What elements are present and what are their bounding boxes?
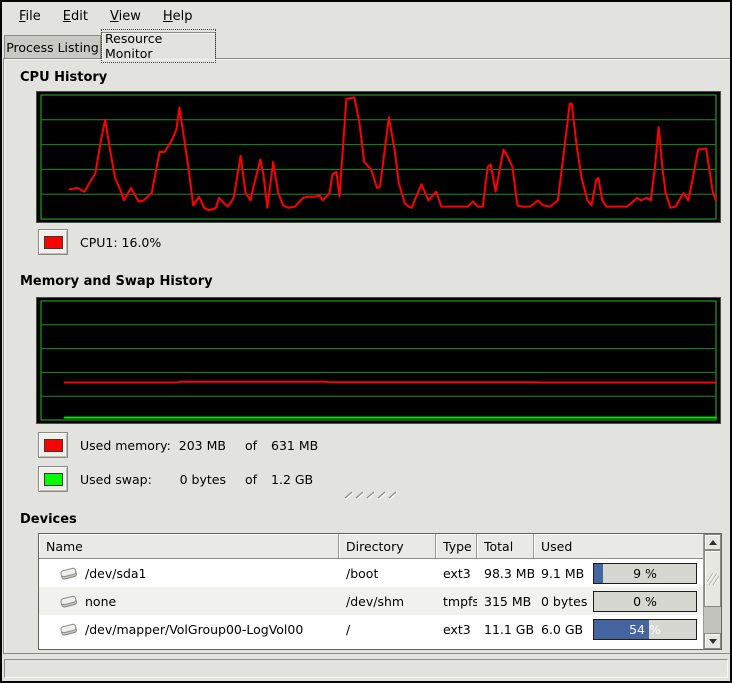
- menu-view[interactable]: View: [99, 5, 152, 28]
- device-used: 9.1 MB: [541, 566, 584, 581]
- device-total: 98.3 MB: [477, 559, 534, 587]
- device-total: 315 MB: [477, 587, 534, 615]
- memory-total-value: 631 MB: [271, 438, 318, 453]
- swap-color-button[interactable]: [38, 466, 68, 492]
- device-name-cell: /dev/sda1: [39, 559, 339, 587]
- device-name: /dev/mapper/VolGroup00-LogVol00: [85, 622, 303, 637]
- swap-legend: Used swap: 0 bytes of 1.2 GB: [38, 466, 313, 492]
- devices-title: Devices: [20, 512, 77, 527]
- menu-bar: File Edit View Help: [2, 2, 730, 30]
- swap-legend-label: Used swap:: [80, 472, 172, 487]
- scrollbar-thumb[interactable]: [704, 550, 721, 607]
- menu-edit[interactable]: Edit: [52, 5, 99, 28]
- disk-icon: [58, 593, 79, 609]
- device-used-cell: 0 bytes 0 %: [534, 587, 703, 615]
- vertical-scrollbar[interactable]: [703, 534, 721, 649]
- device-used: 0 bytes: [541, 594, 587, 609]
- cpu-history-title: CPU History: [20, 70, 107, 85]
- device-type: tmpfs: [436, 587, 477, 615]
- cpu-legend-label: CPU1: 16.0%: [80, 235, 161, 250]
- scrollbar-trough[interactable]: [704, 607, 721, 633]
- memory-history-chart: [37, 298, 720, 423]
- memory-legend: Used memory: 203 MB of 631 MB: [38, 432, 318, 458]
- column-header-used[interactable]: Used: [534, 534, 703, 559]
- swap-used-value: 0 bytes: [176, 472, 226, 487]
- progress-label: 0 %: [594, 592, 696, 611]
- swap-of-text: of: [245, 472, 257, 487]
- scroll-up-button[interactable]: [704, 534, 721, 550]
- memory-of-text: of: [245, 438, 257, 453]
- usage-progress-bar: 54 %: [593, 619, 697, 640]
- menu-file[interactable]: File: [8, 5, 52, 28]
- device-directory: /: [339, 615, 436, 643]
- column-header-name[interactable]: Name: [39, 534, 339, 559]
- cpu-history-graph: [36, 91, 721, 223]
- devices-table-body: /dev/sda1/bootext398.3 MB 9.1 MB 9 % none/d…: [39, 559, 703, 643]
- devices-table-area: Name Directory Type Total Used /dev/sda1…: [39, 534, 703, 649]
- usage-progress-bar: 0 %: [593, 591, 697, 612]
- progress-label: 9 %: [594, 564, 696, 583]
- swap-total-value: 1.2 GB: [271, 472, 313, 487]
- cpu-color-swatch: [44, 236, 63, 249]
- resource-monitor-page: CPU History CPU1: 16.0% Memory and Swap …: [3, 58, 732, 654]
- device-type: ext3: [436, 559, 477, 587]
- device-name: none: [85, 594, 116, 609]
- device-name-cell: /dev/mapper/VolGroup00-LogVol00: [39, 615, 339, 643]
- cpu-legend: CPU1: 16.0%: [38, 229, 161, 255]
- tab-label: Resource Monitor: [102, 30, 215, 62]
- pane-resize-grip[interactable]: [341, 490, 399, 500]
- memory-legend-text: Used memory: 203 MB of 631 MB: [80, 438, 318, 453]
- system-monitor-window: File Edit View Help Process Listing Reso…: [0, 0, 732, 683]
- table-row[interactable]: /dev/sda1/bootext398.3 MB 9.1 MB 9 %: [39, 559, 703, 587]
- device-total: 11.1 GB: [477, 615, 534, 643]
- device-used: 6.0 GB: [541, 622, 583, 637]
- memory-used-value: 203 MB: [176, 438, 226, 453]
- devices-table-header: Name Directory Type Total Used: [39, 534, 703, 559]
- memory-history-graph: [36, 297, 721, 424]
- tab-process-listing[interactable]: Process Listing: [4, 35, 101, 59]
- tab-resource-monitor[interactable]: Resource Monitor: [101, 32, 216, 59]
- disk-icon: [58, 565, 79, 581]
- cpu-color-button[interactable]: [38, 229, 68, 255]
- table-row[interactable]: none/dev/shmtmpfs315 MB 0 bytes 0 %: [39, 587, 703, 615]
- swap-legend-text: Used swap: 0 bytes of 1.2 GB: [80, 472, 313, 487]
- devices-table: Name Directory Type Total Used /dev/sda1…: [38, 533, 722, 650]
- swap-color-swatch: [44, 473, 63, 486]
- notebook-tabs: Process Listing Resource Monitor: [3, 31, 731, 59]
- device-directory: /boot: [339, 559, 436, 587]
- arrow-down-icon: [709, 639, 717, 644]
- scroll-down-button[interactable]: [704, 633, 721, 649]
- column-header-type[interactable]: Type: [436, 534, 477, 559]
- disk-icon: [58, 621, 79, 637]
- memory-color-button[interactable]: [38, 432, 68, 458]
- device-name-cell: none: [39, 587, 339, 615]
- tab-label: Process Listing: [6, 40, 99, 55]
- memory-history-title: Memory and Swap History: [20, 274, 213, 289]
- status-bar: [4, 659, 728, 678]
- thumb-grip-icon: [707, 572, 719, 586]
- memory-color-swatch: [44, 439, 63, 452]
- device-used-cell: 9.1 MB 9 %: [534, 559, 703, 587]
- device-directory: /dev/shm: [339, 587, 436, 615]
- device-name: /dev/sda1: [85, 566, 147, 581]
- menu-help[interactable]: Help: [152, 5, 204, 28]
- device-used-cell: 6.0 GB 54 %: [534, 615, 703, 643]
- arrow-up-icon: [709, 540, 717, 545]
- usage-progress-bar: 9 %: [593, 563, 697, 584]
- cpu-history-chart: [37, 92, 720, 222]
- device-type: ext3: [436, 615, 477, 643]
- progress-label: 54 %: [594, 620, 696, 639]
- memory-legend-label: Used memory:: [80, 438, 172, 453]
- table-row[interactable]: /dev/mapper/VolGroup00-LogVol00 /ext311.1…: [39, 615, 703, 643]
- column-header-total[interactable]: Total: [477, 534, 534, 559]
- column-header-directory[interactable]: Directory: [339, 534, 436, 559]
